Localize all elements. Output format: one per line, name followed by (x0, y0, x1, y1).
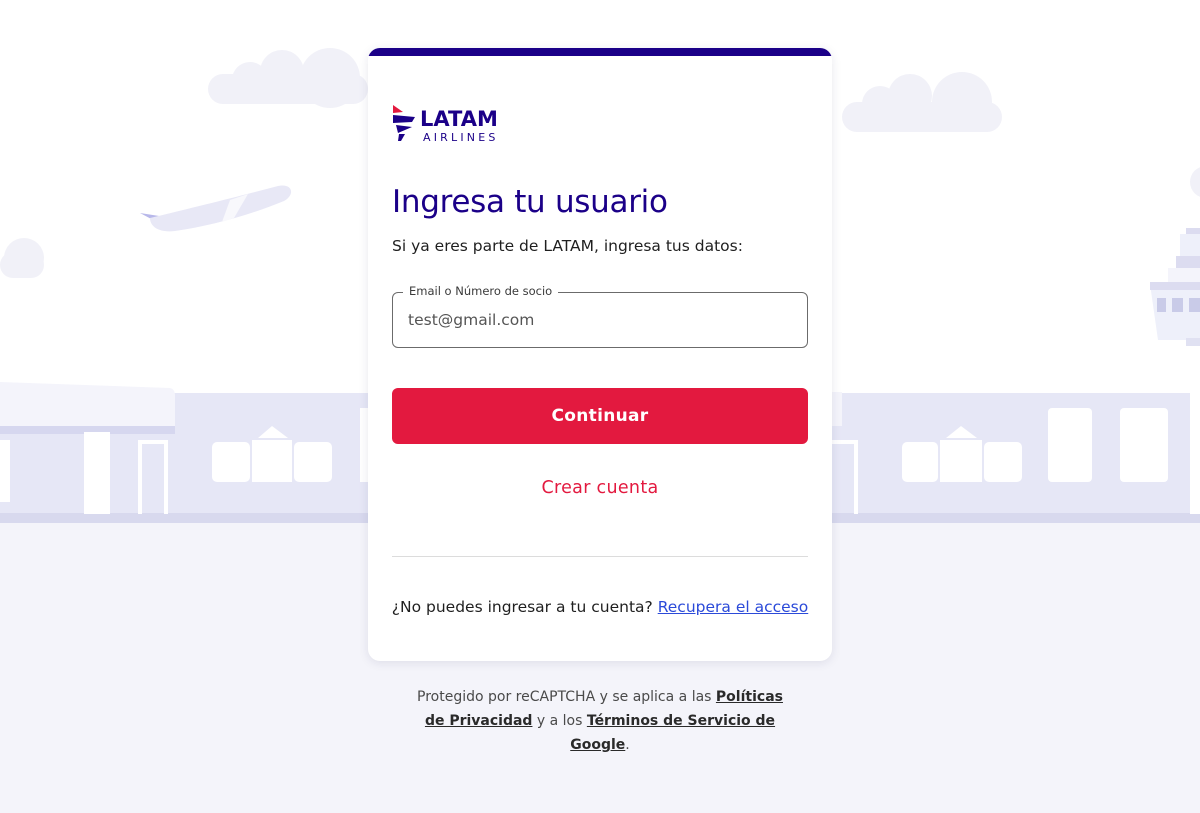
cloud-edge-right (1190, 167, 1200, 197)
divider (392, 556, 808, 557)
svg-text:AIRLINES: AIRLINES (423, 131, 499, 144)
cloud-left (208, 48, 368, 108)
recover-access-link[interactable]: Recupera el acceso (658, 598, 809, 616)
email-field-label: Email o Número de socio (403, 284, 559, 298)
latam-logo[interactable]: LATAM AIRLINES (392, 104, 516, 144)
help-text: ¿No puedes ingresar a tu cuenta? (391, 598, 653, 616)
help-row: ¿No puedes ingresar a tu cuenta? Recuper… (368, 598, 832, 616)
continue-button[interactable]: Continuar (392, 388, 808, 444)
latam-logo-mark (393, 105, 415, 141)
card-accent-bar (368, 48, 832, 56)
login-card: LATAM AIRLINES Ingresa tu usuario Si ya … (368, 48, 832, 661)
page-subtitle: Si ya eres parte de LATAM, ingresa tus d… (392, 237, 743, 255)
create-account-button[interactable]: Crear cuenta (392, 470, 808, 506)
recaptcha-notice: Protegido por reCAPTCHA y se aplica a la… (410, 685, 790, 757)
terms-of-service-link[interactable]: Términos de Servicio de Google (570, 713, 775, 753)
airplane-illustration (140, 185, 292, 232)
cloud-far-left (0, 238, 44, 278)
email-field[interactable]: Email o Número de socio (392, 284, 808, 348)
email-input[interactable] (408, 302, 793, 338)
recaptcha-text-and: y a los (536, 713, 583, 729)
svg-text:LATAM: LATAM (420, 107, 498, 131)
cloud-right (842, 72, 1002, 132)
page-title: Ingresa tu usuario (392, 184, 668, 220)
recaptcha-text: Protegido por reCAPTCHA y se aplica a la… (417, 689, 712, 705)
recaptcha-period: . (625, 737, 630, 753)
